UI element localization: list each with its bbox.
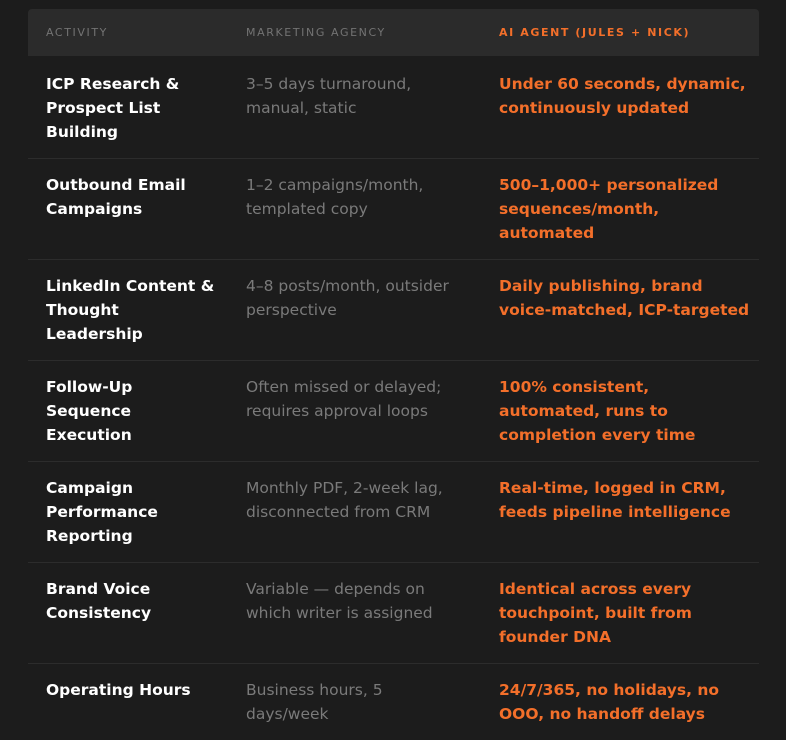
- column-header-ai-agent: AI AGENT (JULES + NICK): [479, 9, 759, 56]
- table-body: ICP Research & Prospect List Building 3–…: [28, 56, 759, 740]
- column-header-activity: ACTIVITY: [28, 9, 228, 56]
- agency-cell: Often missed or delayed; requires approv…: [228, 361, 479, 462]
- comparison-table: ACTIVITY MARKETING AGENCY AI AGENT (JULE…: [28, 9, 759, 740]
- activity-cell: Operating Hours: [28, 664, 228, 740]
- table-row: Operating Hours Business hours, 5 days/w…: [28, 664, 759, 740]
- table-row: ICP Research & Prospect List Building 3–…: [28, 56, 759, 159]
- agency-cell: Variable — depends on which writer is as…: [228, 563, 479, 664]
- ai-agent-cell: Identical across every touchpoint, built…: [479, 563, 759, 664]
- activity-cell: LinkedIn Content & Thought Leadership: [28, 260, 228, 361]
- table-row: Brand Voice Consistency Variable — depen…: [28, 563, 759, 664]
- activity-cell: Outbound Email Campaigns: [28, 159, 228, 260]
- column-header-marketing-agency: MARKETING AGENCY: [228, 9, 479, 56]
- agency-cell: Business hours, 5 days/week: [228, 664, 479, 740]
- table-header: ACTIVITY MARKETING AGENCY AI AGENT (JULE…: [28, 9, 759, 56]
- table-row: LinkedIn Content & Thought Leadership 4–…: [28, 260, 759, 361]
- agency-cell: Monthly PDF, 2-week lag, disconnected fr…: [228, 462, 479, 563]
- activity-cell: Campaign Performance Reporting: [28, 462, 228, 563]
- table-row: Outbound Email Campaigns 1–2 campaigns/m…: [28, 159, 759, 260]
- ai-agent-cell: Real-time, logged in CRM, feeds pipeline…: [479, 462, 759, 563]
- table-row: Follow-Up Sequence Execution Often misse…: [28, 361, 759, 462]
- activity-cell: Brand Voice Consistency: [28, 563, 228, 664]
- ai-agent-cell: Under 60 seconds, dynamic, continuously …: [479, 56, 759, 159]
- agency-cell: 3–5 days turnaround, manual, static: [228, 56, 479, 159]
- agency-cell: 1–2 campaigns/month, templated copy: [228, 159, 479, 260]
- agency-cell: 4–8 posts/month, outsider perspective: [228, 260, 479, 361]
- activity-cell: Follow-Up Sequence Execution: [28, 361, 228, 462]
- table-row: Campaign Performance Reporting Monthly P…: [28, 462, 759, 563]
- ai-agent-cell: 24/7/365, no holidays, no OOO, no handof…: [479, 664, 759, 740]
- ai-agent-cell: Daily publishing, brand voice-matched, I…: [479, 260, 759, 361]
- comparison-table-container: ACTIVITY MARKETING AGENCY AI AGENT (JULE…: [28, 9, 759, 740]
- ai-agent-cell: 500–1,000+ personalized sequences/month,…: [479, 159, 759, 260]
- table-header-row: ACTIVITY MARKETING AGENCY AI AGENT (JULE…: [28, 9, 759, 56]
- ai-agent-cell: 100% consistent, automated, runs to comp…: [479, 361, 759, 462]
- activity-cell: ICP Research & Prospect List Building: [28, 56, 228, 159]
